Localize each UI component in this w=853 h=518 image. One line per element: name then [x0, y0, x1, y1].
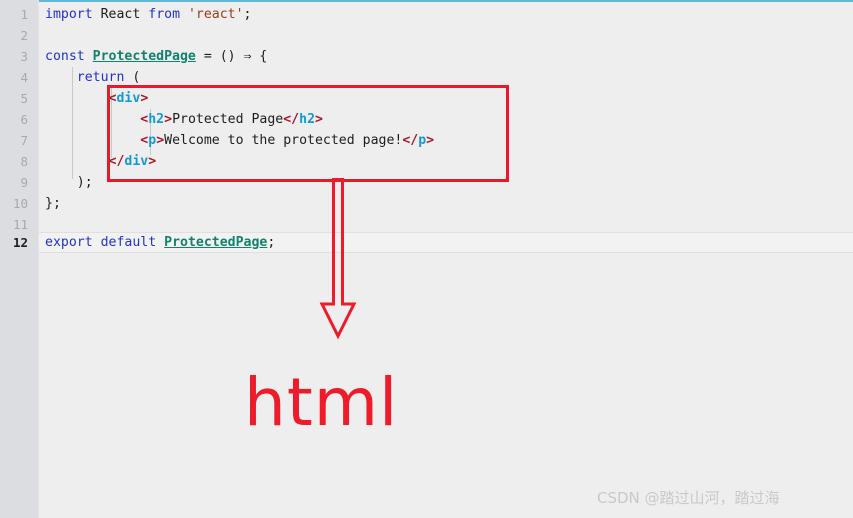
line-number-1[interactable]: 1 [0, 4, 28, 25]
token-semicolon-1: ; [243, 7, 252, 22]
token-string-react: 'react' [187, 7, 244, 22]
token-equals-paren: = () [195, 49, 244, 64]
token-ident-react: React [100, 7, 141, 22]
code-line-2[interactable] [45, 25, 853, 46]
token-semicolon-2: ; [267, 235, 276, 250]
code-line-12[interactable]: export default ProtectedPage; [45, 232, 853, 253]
annotation-label-html: html [244, 364, 399, 441]
token-brace-open: { [251, 49, 268, 64]
token-name-protectedpage-export: ProtectedPage [164, 235, 268, 250]
token-keyword-from: from [148, 7, 181, 22]
line-number-7[interactable]: 7 [0, 130, 28, 151]
code-line-10[interactable]: }; [45, 193, 853, 214]
annotation-highlight-box [107, 85, 509, 182]
code-area[interactable]: import React from 'react'; const Protect… [39, 0, 853, 518]
token-keyword-default: default [100, 235, 157, 250]
line-number-3[interactable]: 3 [0, 46, 28, 67]
token-paren-open: ( [124, 70, 141, 85]
token-keyword-import: import [45, 7, 93, 22]
token-brace-close-semi: }; [45, 196, 61, 211]
annotation-arrow-icon [319, 178, 357, 340]
code-line-1[interactable]: import React from 'react'; [45, 4, 853, 25]
line-number-8[interactable]: 8 [0, 151, 28, 172]
token-paren-close-semi: ); [76, 175, 93, 190]
line-number-6[interactable]: 6 [0, 109, 28, 130]
token-keyword-return: return [76, 70, 125, 85]
token-keyword-const: const [45, 49, 85, 64]
line-number-12[interactable]: 12 [0, 232, 28, 253]
code-editor-screenshot: 1 2 3 4 5 6 7 8 9 10 11 12 import React … [0, 0, 853, 518]
line-number-9[interactable]: 9 [0, 172, 28, 193]
code-line-3[interactable]: const ProtectedPage = () ⇒ { [45, 46, 853, 67]
line-number-5[interactable]: 5 [0, 88, 28, 109]
token-keyword-export: export [45, 235, 93, 250]
csdn-watermark: CSDN @踏过山河，踏过海 [597, 489, 780, 507]
line-number-2[interactable]: 2 [0, 25, 28, 46]
line-number-10[interactable]: 10 [0, 193, 28, 214]
token-name-protectedpage-decl: ProtectedPage [92, 49, 196, 64]
line-number-4[interactable]: 4 [0, 67, 28, 88]
